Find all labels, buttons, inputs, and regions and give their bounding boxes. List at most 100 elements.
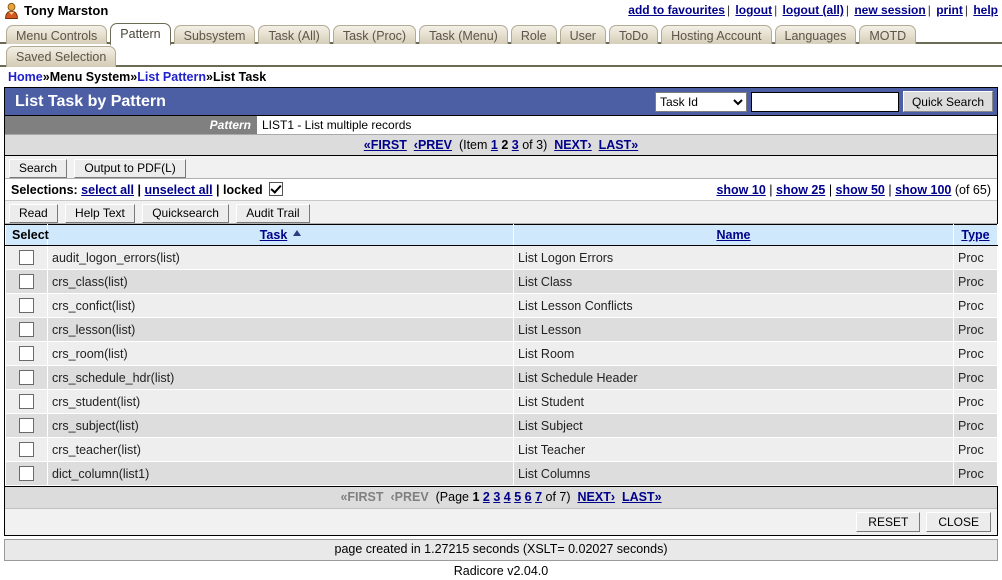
tab-motd[interactable]: MOTD	[859, 25, 916, 46]
column-sort-task-link[interactable]: Task	[260, 228, 288, 242]
cell-type: Proc	[954, 294, 998, 318]
pager-first-link[interactable]: «FIRST	[364, 138, 407, 152]
selections-bar: Selections: select all | unselect all | …	[5, 179, 997, 201]
tab-task-menu[interactable]: Task (Menu)	[419, 25, 508, 46]
row-select-cell[interactable]	[6, 246, 48, 270]
tab-menu-controls[interactable]: Menu Controls	[6, 25, 107, 46]
table-row[interactable]: crs_lesson(list) List Lesson Proc	[6, 318, 998, 342]
quick-search-input[interactable]	[751, 92, 899, 112]
row-checkbox[interactable]	[19, 274, 34, 289]
row-checkbox[interactable]	[19, 322, 34, 337]
column-header-task[interactable]: Task	[48, 225, 514, 246]
tab-role[interactable]: Role	[511, 25, 557, 46]
table-row[interactable]: audit_logon_errors(list) List Logon Erro…	[6, 246, 998, 270]
show-10-link[interactable]: show 10	[716, 183, 765, 197]
row-checkbox[interactable]	[19, 466, 34, 481]
page-4-link[interactable]: 4	[504, 490, 511, 504]
table-row[interactable]: crs_room(list) List Room Proc	[6, 342, 998, 366]
row-select-cell[interactable]	[6, 390, 48, 414]
row-checkbox[interactable]	[19, 394, 34, 409]
page-last-link[interactable]: LAST»	[622, 490, 662, 504]
cell-type: Proc	[954, 342, 998, 366]
close-button[interactable]: CLOSE	[926, 512, 991, 532]
quick-search-button[interactable]: Quick Search	[903, 91, 993, 112]
add-to-favourites-link[interactable]: add to favourites	[628, 3, 725, 17]
cell-name: List Room	[514, 342, 954, 366]
print-link[interactable]: print	[936, 3, 963, 17]
page-2-link[interactable]: 2	[483, 490, 490, 504]
select-all-link[interactable]: select all	[81, 183, 134, 197]
output-to-pdf-button[interactable]: Output to PDF(L)	[74, 159, 185, 178]
logout-link[interactable]: logout	[735, 3, 772, 17]
cell-task: crs_lesson(list)	[48, 318, 514, 342]
row-select-cell[interactable]	[6, 318, 48, 342]
row-select-cell[interactable]	[6, 294, 48, 318]
cell-type: Proc	[954, 414, 998, 438]
row-checkbox[interactable]	[19, 250, 34, 265]
table-row[interactable]: crs_student(list) List Student Proc	[6, 390, 998, 414]
tab-user[interactable]: User	[560, 25, 606, 46]
row-select-cell[interactable]	[6, 414, 48, 438]
table-row[interactable]: crs_schedule_hdr(list) List Schedule Hea…	[6, 366, 998, 390]
show-25-link[interactable]: show 25	[776, 183, 825, 197]
page-3-link[interactable]: 3	[493, 490, 500, 504]
column-sort-name-link[interactable]: Name	[716, 228, 750, 242]
column-sort-type-link[interactable]: Type	[961, 228, 989, 242]
locked-checkbox[interactable]	[269, 182, 283, 196]
search-button[interactable]: Search	[9, 159, 67, 178]
breadcrumb-item-list-pattern[interactable]: List Pattern	[137, 70, 206, 84]
show-100-link[interactable]: show 100	[895, 183, 951, 197]
row-checkbox[interactable]	[19, 442, 34, 457]
pager-page-3[interactable]: 3	[512, 138, 519, 152]
tab-subsystem[interactable]: Subsystem	[174, 25, 256, 46]
table-row[interactable]: crs_confict(list) List Lesson Conflicts …	[6, 294, 998, 318]
row-select-cell[interactable]	[6, 270, 48, 294]
tab-todo[interactable]: ToDo	[609, 25, 658, 46]
row-select-cell[interactable]	[6, 438, 48, 462]
tab-saved-selection[interactable]: Saved Selection	[6, 46, 116, 67]
task-table: Select Task Name Type audit_logon_errors…	[5, 224, 998, 486]
page-6-link[interactable]: 6	[525, 490, 532, 504]
pager-last-link[interactable]: LAST»	[599, 138, 639, 152]
help-link[interactable]: help	[973, 3, 998, 17]
cell-type: Proc	[954, 438, 998, 462]
page-7-link[interactable]: 7	[535, 490, 542, 504]
table-row[interactable]: dict_column(list1) List Columns Proc	[6, 462, 998, 486]
new-session-link[interactable]: new session	[854, 3, 925, 17]
show-separator: |	[769, 183, 772, 197]
tab-hosting-account[interactable]: Hosting Account	[661, 25, 771, 46]
read-button[interactable]: Read	[9, 204, 58, 223]
column-header-name[interactable]: Name	[514, 225, 954, 246]
column-header-type[interactable]: Type	[954, 225, 998, 246]
reset-button[interactable]: RESET	[856, 512, 920, 532]
page-next-link[interactable]: NEXT›	[578, 490, 616, 504]
page-5-link[interactable]: 5	[514, 490, 521, 504]
secondary-tab-bar: Saved Selection	[0, 44, 1002, 67]
tab-task-all[interactable]: Task (All)	[258, 25, 329, 46]
audit-trail-button[interactable]: Audit Trail	[236, 204, 309, 223]
row-select-cell[interactable]	[6, 366, 48, 390]
logout-all-link[interactable]: logout (all)	[783, 3, 844, 17]
row-checkbox[interactable]	[19, 346, 34, 361]
row-select-cell[interactable]	[6, 342, 48, 366]
row-select-cell[interactable]	[6, 462, 48, 486]
cell-task: crs_student(list)	[48, 390, 514, 414]
show-50-link[interactable]: show 50	[836, 183, 885, 197]
pager-prev-link[interactable]: ‹PREV	[414, 138, 452, 152]
unselect-all-link[interactable]: unselect all	[144, 183, 212, 197]
table-row[interactable]: crs_class(list) List Class Proc	[6, 270, 998, 294]
table-row[interactable]: crs_subject(list) List Subject Proc	[6, 414, 998, 438]
quicksearch-button[interactable]: Quicksearch	[142, 204, 229, 223]
quick-search-field-select[interactable]: Task Id	[655, 92, 747, 112]
help-text-button[interactable]: Help Text	[65, 204, 135, 223]
pager-next-link[interactable]: NEXT›	[554, 138, 592, 152]
row-checkbox[interactable]	[19, 418, 34, 433]
row-checkbox[interactable]	[19, 370, 34, 385]
tab-languages[interactable]: Languages	[775, 25, 857, 46]
table-row[interactable]: crs_teacher(list) List Teacher Proc	[6, 438, 998, 462]
tab-pattern[interactable]: Pattern	[110, 23, 170, 46]
tab-task-proc[interactable]: Task (Proc)	[333, 25, 416, 46]
row-checkbox[interactable]	[19, 298, 34, 313]
breadcrumb-item-home[interactable]: Home	[8, 70, 43, 84]
pager-page-1[interactable]: 1	[491, 138, 498, 152]
